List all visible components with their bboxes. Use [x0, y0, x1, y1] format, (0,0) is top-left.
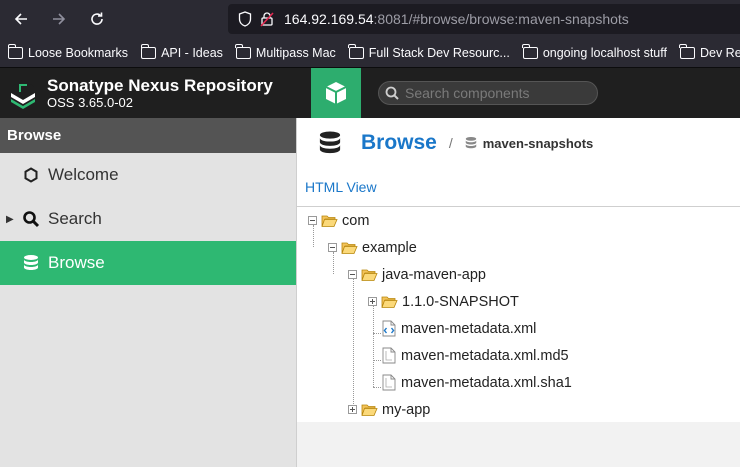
tree-node-snapshot-version[interactable]: 1.1.0-SNAPSHOT — [368, 288, 519, 315]
folder-open-icon — [321, 215, 338, 227]
folder-open-icon — [361, 404, 378, 416]
browse-mode-button[interactable] — [311, 68, 361, 118]
collapse-toggle-icon[interactable] — [328, 243, 337, 252]
tree-node-label: 1.1.0-SNAPSHOT — [402, 293, 519, 310]
bookmark-folder[interactable]: API - Ideas — [140, 43, 223, 60]
app-title: Sonatype Nexus Repository — [47, 76, 273, 95]
app-header: Sonatype Nexus Repository OSS 3.65.0-02 — [0, 68, 740, 118]
folder-icon — [348, 43, 364, 59]
bookmark-label: ongoing localhost stuff — [542, 45, 667, 60]
bookmark-folder[interactable]: Full Stack Dev Resourc... — [348, 43, 510, 60]
search-icon — [22, 210, 40, 228]
folder-open-icon — [381, 296, 398, 308]
tree-node-maven-metadata-md5[interactable]: maven-metadata.xml.md5 — [381, 342, 569, 369]
search-icon — [385, 86, 399, 100]
tree-node-label: maven-metadata.xml — [401, 320, 537, 337]
main-panel: Browse / maven-snapshots HTML View com e… — [297, 118, 740, 467]
tree-node-label: example — [362, 239, 417, 256]
shield-icon[interactable] — [234, 8, 256, 30]
tree-connector — [373, 360, 381, 361]
sidebar: Browse Welcome ▶ Search Browse — [0, 118, 297, 467]
nexus-logo-icon[interactable] — [8, 78, 38, 110]
bookmark-label: Loose Bookmarks — [28, 45, 129, 60]
file-icon — [382, 374, 396, 391]
cube-icon — [325, 82, 347, 104]
sidebar-item-label: Browse — [48, 253, 105, 272]
tree-node-label: maven-metadata.xml.sha1 — [401, 374, 572, 391]
breadcrumb: Browse / maven-snapshots — [317, 130, 593, 156]
xml-file-icon — [382, 320, 396, 337]
folder-icon — [522, 43, 538, 59]
expand-caret-icon[interactable]: ▶ — [6, 214, 14, 225]
tree-node-label: maven-metadata.xml.md5 — [401, 347, 569, 364]
folder-open-icon — [341, 242, 358, 254]
url-path: :8081/#browse/browse:maven-snapshots — [373, 11, 629, 27]
folder-icon — [7, 43, 23, 59]
tree-connector — [373, 306, 374, 387]
bookmarks-bar: Loose Bookmarks API - Ideas Multipass Ma… — [0, 38, 740, 68]
database-icon — [465, 137, 476, 149]
arrow-left-icon — [14, 13, 27, 25]
tree-connector — [373, 387, 381, 388]
app-version: OSS 3.65.0-02 — [47, 95, 133, 110]
tree-node-java-maven-app[interactable]: java-maven-app — [348, 261, 486, 288]
back-button[interactable] — [4, 0, 38, 38]
database-icon — [22, 254, 40, 272]
expand-toggle-icon[interactable] — [368, 297, 377, 306]
url-host: 164.92.169.54 — [284, 11, 374, 27]
tree-connector — [353, 279, 354, 414]
tree-node-example[interactable]: example — [328, 234, 417, 261]
breadcrumb-repository: maven-snapshots — [482, 135, 594, 151]
tree-connector — [373, 333, 381, 334]
bookmark-folder[interactable]: ongoing localhost stuff — [522, 43, 667, 60]
arrow-right-icon — [53, 13, 66, 25]
tree-node-label: my-app — [382, 401, 431, 418]
reload-icon — [91, 12, 103, 25]
bookmark-label: Full Stack Dev Resourc... — [368, 45, 510, 60]
sidebar-item-label: Welcome — [48, 165, 119, 184]
file-icon — [382, 347, 396, 364]
url-bar[interactable]: 164.92.169.54:8081/#browse/browse:maven-… — [228, 4, 740, 34]
collapse-toggle-icon[interactable] — [308, 216, 317, 225]
folder-icon — [679, 43, 695, 59]
sidebar-item-welcome[interactable]: Welcome — [0, 153, 296, 197]
search-components-field[interactable] — [378, 81, 598, 105]
bookmark-folder[interactable]: Multipass Mac — [235, 43, 336, 60]
tree-node-label: com — [342, 212, 370, 229]
html-view-link[interactable]: HTML View — [305, 179, 377, 195]
browse-content: Browse / maven-snapshots HTML View com e… — [297, 118, 740, 422]
tree-node-label: java-maven-app — [382, 266, 486, 283]
browser-toolbar: 164.92.169.54:8081/#browse/browse:maven-… — [0, 0, 740, 38]
insecure-lock-icon[interactable] — [256, 8, 278, 30]
sidebar-item-search[interactable]: ▶ Search — [0, 197, 296, 241]
folder-open-icon — [361, 269, 378, 281]
folder-icon — [235, 43, 251, 59]
bookmark-label: Dev Resources — [699, 45, 740, 60]
folder-icon — [140, 43, 157, 59]
collapse-toggle-icon[interactable] — [348, 270, 357, 279]
url-text: 164.92.169.54:8081/#browse/browse:maven-… — [284, 11, 629, 27]
database-icon — [319, 131, 341, 154]
breadcrumb-separator: / — [448, 135, 453, 151]
tree-node-maven-metadata-sha1[interactable]: maven-metadata.xml.sha1 — [381, 369, 572, 396]
bookmark-folder[interactable]: Loose Bookmarks — [7, 43, 129, 60]
sidebar-section-title: Browse — [0, 118, 296, 153]
tree-node-my-app[interactable]: my-app — [348, 396, 430, 423]
breadcrumb-browse-link[interactable]: Browse — [361, 131, 437, 155]
tree-node-com[interactable]: com — [308, 207, 369, 234]
tree-node-maven-metadata-xml[interactable]: maven-metadata.xml — [381, 315, 536, 342]
hexagon-icon — [22, 166, 40, 184]
sidebar-item-browse[interactable]: Browse — [0, 241, 296, 285]
bookmark-label: API - Ideas — [161, 45, 223, 60]
sidebar-item-label: Search — [48, 209, 102, 228]
expand-toggle-icon[interactable] — [348, 405, 357, 414]
bookmark-label: Multipass Mac — [255, 45, 336, 60]
reload-button[interactable] — [80, 0, 114, 38]
forward-button[interactable] — [42, 0, 76, 38]
bookmark-folder[interactable]: Dev Resources — [679, 43, 740, 60]
search-components-input[interactable] — [405, 85, 585, 101]
